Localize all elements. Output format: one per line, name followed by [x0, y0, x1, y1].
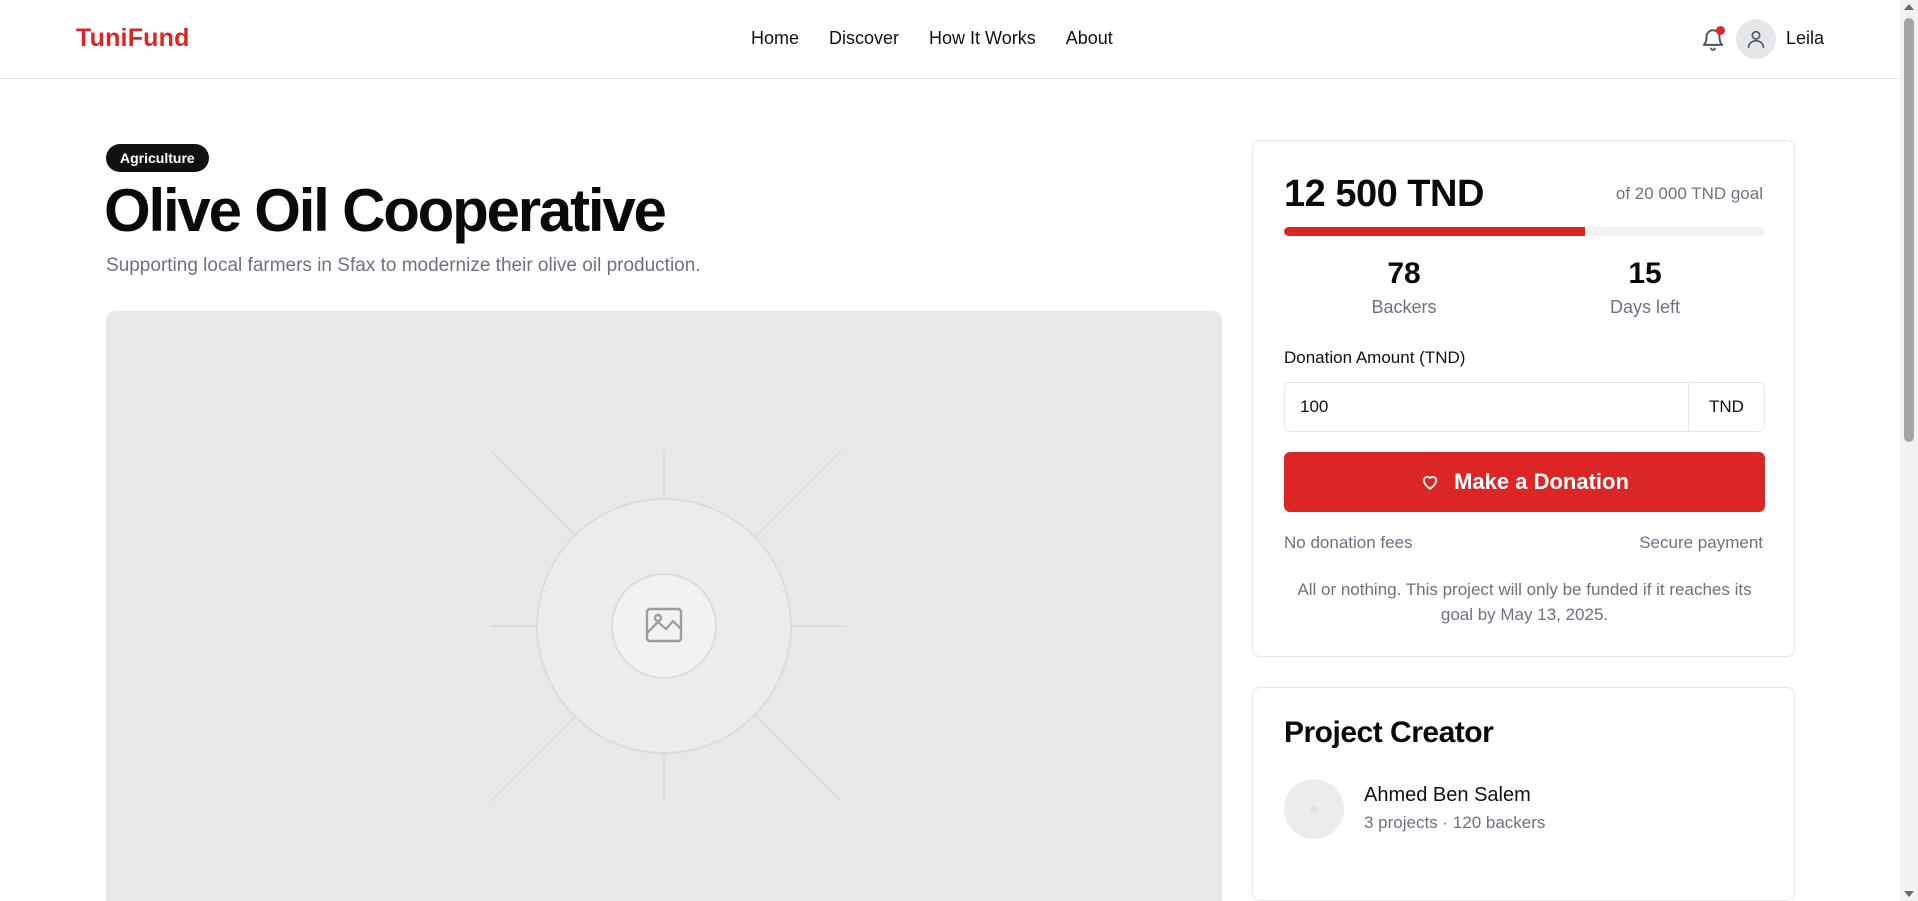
donation-amount-label: Donation Amount (TND): [1284, 348, 1466, 367]
user-avatar[interactable]: [1736, 19, 1776, 59]
scroll-down-arrow[interactable]: [1904, 891, 1914, 897]
main-nav: Home Discover How It Works About: [751, 28, 1113, 49]
site-logo[interactable]: TuniFund: [76, 24, 190, 53]
project-title: Olive Oil Cooperative: [104, 177, 667, 244]
project-image-placeholder: [106, 311, 1222, 901]
notification-badge: [1716, 26, 1725, 35]
backers-stat: 78 Backers: [1284, 257, 1524, 318]
days-left-count: 15: [1628, 257, 1662, 290]
backers-label: Backers: [1371, 297, 1437, 317]
creator-avatar[interactable]: [1284, 779, 1344, 839]
creator-name[interactable]: Ahmed Ben Salem: [1364, 784, 1531, 807]
days-left-stat: 15 Days left: [1525, 257, 1765, 318]
category-badge: Agriculture: [106, 144, 209, 172]
secure-payment-text: Secure payment: [1639, 533, 1763, 552]
donation-amount-input[interactable]: [1284, 382, 1688, 432]
creator-meta: 3 projects · 120 backers: [1364, 813, 1546, 832]
nav-home[interactable]: Home: [751, 28, 799, 49]
currency-unit: TND: [1688, 382, 1765, 432]
funding-progress-bar: [1284, 227, 1765, 236]
nav-about[interactable]: About: [1066, 28, 1113, 49]
backers-count: 78: [1387, 257, 1421, 290]
nav-discover[interactable]: Discover: [829, 28, 899, 49]
make-donation-button[interactable]: Make a Donation: [1284, 452, 1765, 512]
funding-goal: of 20 000 TND goal: [1615, 184, 1763, 203]
heart-icon: [1422, 475, 1438, 490]
creator-section-title: Project Creator: [1284, 716, 1494, 749]
all-or-nothing-note: All or nothing. This project will only b…: [1297, 580, 1752, 624]
page-scrollbar[interactable]: [1900, 0, 1918, 901]
nav-how-it-works[interactable]: How It Works: [929, 28, 1036, 49]
top-nav-bar: TuniFund Home Discover How It Works Abou…: [0, 0, 1900, 79]
project-subtitle: Supporting local farmers in Sfax to mode…: [106, 255, 701, 276]
user-name[interactable]: Leila: [1786, 28, 1824, 49]
funding-progress-fill: [1284, 227, 1585, 236]
donation-card: 12 500 TND of 20 000 TND goal 78 Backers…: [1252, 140, 1795, 657]
make-donation-label: Make a Donation: [1454, 469, 1629, 494]
user-icon: [1747, 30, 1765, 49]
no-fees-text: No donation fees: [1284, 533, 1413, 552]
project-creator-card: Project Creator Ahmed Ben Salem 3 projec…: [1252, 687, 1795, 901]
scroll-up-arrow[interactable]: [1904, 4, 1914, 10]
scroll-thumb[interactable]: [1904, 18, 1914, 442]
amount-raised: 12 500 TND: [1284, 173, 1484, 215]
days-left-label: Days left: [1609, 297, 1681, 317]
